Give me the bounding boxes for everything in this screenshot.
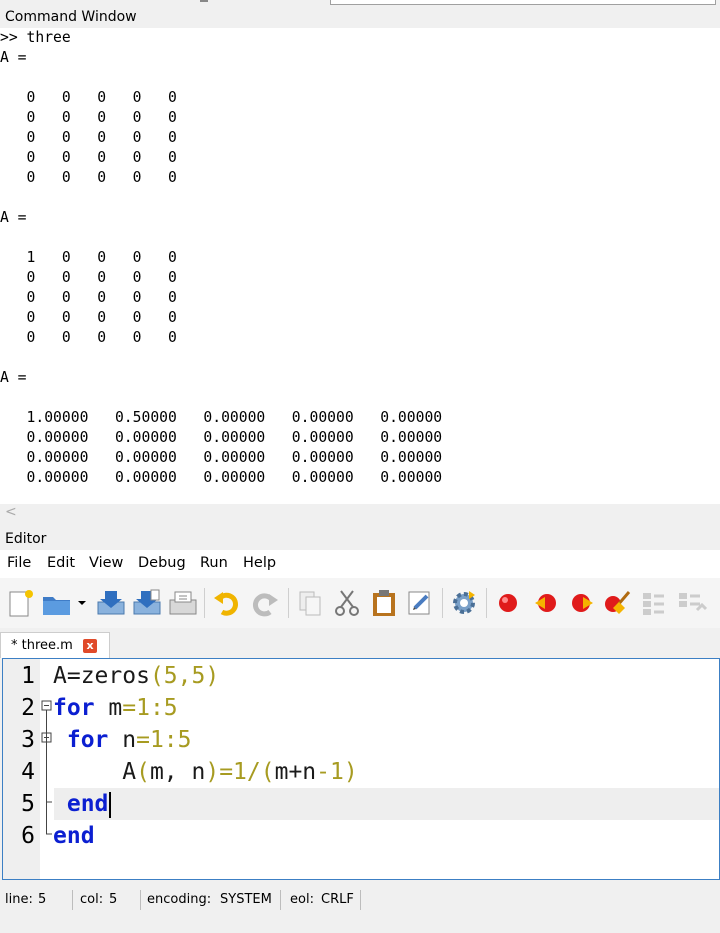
- literal-token: (5,5): [149, 663, 220, 689]
- toolbar-separator: [486, 588, 487, 618]
- status-separator: [72, 890, 73, 910]
- status-eol-value: CRLF: [321, 892, 354, 907]
- separator: [200, 0, 208, 2]
- line-number: 3: [21, 727, 35, 753]
- literal-token: )=1/(: [205, 759, 275, 785]
- paste-icon[interactable]: [367, 586, 401, 620]
- new-file-icon[interactable]: [4, 586, 38, 620]
- command-window-title: Command Window: [5, 9, 137, 25]
- save-icon[interactable]: [94, 586, 128, 620]
- save-as-icon[interactable]: [130, 586, 164, 620]
- breakpoint-icon[interactable]: [491, 586, 525, 620]
- code-token: n: [108, 727, 137, 753]
- clear-breakpoints-icon[interactable]: [601, 586, 635, 620]
- redo-icon[interactable]: [248, 586, 282, 620]
- code-line[interactable]: 5 end: [3, 788, 719, 820]
- code-text[interactable]: end: [53, 788, 112, 820]
- editor-toolbar: [0, 578, 720, 628]
- line-number: 2: [21, 695, 35, 721]
- bottom-strip: [0, 914, 720, 933]
- code-editor[interactable]: 1 A=zeros(5,5) 2 for m=1:5 3 for n=1:5 4 A(m,…: [2, 658, 720, 880]
- code-line[interactable]: 4 A(m, n)=1/(m+n-1): [3, 756, 719, 788]
- status-encoding-label: encoding:: [147, 892, 212, 907]
- cut-icon[interactable]: [330, 586, 364, 620]
- step-back-icon[interactable]: [529, 586, 563, 620]
- menu-file[interactable]: File: [7, 555, 31, 571]
- toolbar-separator: [288, 588, 289, 618]
- code-line[interactable]: 3 for n=1:5: [3, 724, 719, 756]
- close-icon[interactable]: x: [83, 639, 97, 653]
- status-bar: line: 5 col: 5 encoding: SYSTEM eol: CRL…: [0, 886, 720, 914]
- keyword-token: end: [53, 791, 109, 817]
- keyword-token: for: [53, 695, 95, 721]
- menu-view[interactable]: View: [89, 555, 123, 571]
- literal-token: =1:5: [122, 695, 178, 721]
- line-number: 4: [21, 759, 35, 785]
- literal-token: =1:5: [136, 727, 192, 753]
- fold-icon[interactable]: [638, 586, 672, 620]
- status-separator: [140, 890, 141, 910]
- menu-bar: File Edit View Debug Run Help: [0, 550, 720, 578]
- status-separator: [280, 890, 281, 910]
- keyword-token: end: [53, 823, 95, 849]
- code-text[interactable]: A=zeros(5,5): [53, 660, 219, 692]
- code-token: m+n: [274, 759, 317, 785]
- dropdown-arrow-icon[interactable]: [72, 586, 92, 620]
- run-settings-icon[interactable]: [447, 586, 481, 620]
- code-line[interactable]: 2 for m=1:5: [3, 692, 719, 724]
- literal-token: (: [136, 759, 150, 785]
- toolbar-separator: [442, 588, 443, 618]
- status-col-label: col:: [80, 892, 104, 907]
- literal-token: -1): [316, 759, 358, 785]
- line-number: 5: [21, 791, 35, 817]
- menu-run[interactable]: Run: [200, 555, 228, 571]
- command-window-output[interactable]: >> three A = 0 0 0 0 0 0 0 0 0 0 0 0 0 0…: [0, 28, 720, 504]
- code-line[interactable]: 6 end: [3, 820, 719, 852]
- undo-icon[interactable]: [210, 586, 244, 620]
- tab-label: * three.m: [11, 638, 73, 653]
- status-line-value: 5: [38, 892, 47, 907]
- menu-edit[interactable]: Edit: [47, 555, 75, 571]
- status-eol-label: eol:: [290, 892, 314, 907]
- code-text[interactable]: end: [53, 820, 95, 852]
- editor-title: Editor: [5, 531, 47, 547]
- line-number: 1: [21, 663, 35, 689]
- status-encoding-value: SYSTEM: [220, 892, 272, 907]
- save-all-icon[interactable]: [166, 586, 200, 620]
- command-output-text: >> three A = 0 0 0 0 0 0 0 0 0 0 0 0 0 0…: [0, 29, 443, 486]
- status-col-value: 5: [109, 892, 118, 907]
- code-line[interactable]: 1 A=zeros(5,5): [3, 660, 719, 692]
- find-replace-icon[interactable]: [403, 586, 437, 620]
- code-text[interactable]: for n=1:5: [53, 724, 192, 756]
- copy-icon[interactable]: [294, 586, 328, 620]
- line-number: 6: [21, 823, 35, 849]
- unfold-icon[interactable]: [674, 586, 708, 620]
- code-text[interactable]: for m=1:5: [53, 692, 178, 724]
- step-icon[interactable]: [566, 586, 600, 620]
- code-token: A: [53, 759, 137, 785]
- code-text[interactable]: A(m, n)=1/(m+n-1): [53, 756, 358, 788]
- open-folder-icon[interactable]: [40, 586, 74, 620]
- status-separator: [360, 890, 361, 910]
- code-token: A=zeros: [53, 663, 150, 689]
- scroll-left-arrow-icon[interactable]: <: [5, 504, 17, 520]
- status-line-label: line:: [5, 892, 33, 907]
- current-folder-field[interactable]: [330, 0, 716, 5]
- tab-three-m[interactable]: * three.m x: [0, 632, 110, 658]
- menu-help[interactable]: Help: [243, 555, 276, 571]
- toolbar-separator: [204, 588, 205, 618]
- text-caret: [109, 791, 112, 818]
- code-token: m, n: [149, 759, 206, 785]
- code-token: m: [94, 695, 123, 721]
- horizontal-scrollbar[interactable]: <: [0, 504, 720, 526]
- command-window-title-bar: Command Window: [0, 6, 720, 28]
- editor-tab-row: * three.m x: [0, 628, 720, 658]
- editor-title-bar: Editor: [0, 526, 720, 550]
- keyword-token: for: [53, 727, 109, 753]
- menu-debug[interactable]: Debug: [138, 555, 186, 571]
